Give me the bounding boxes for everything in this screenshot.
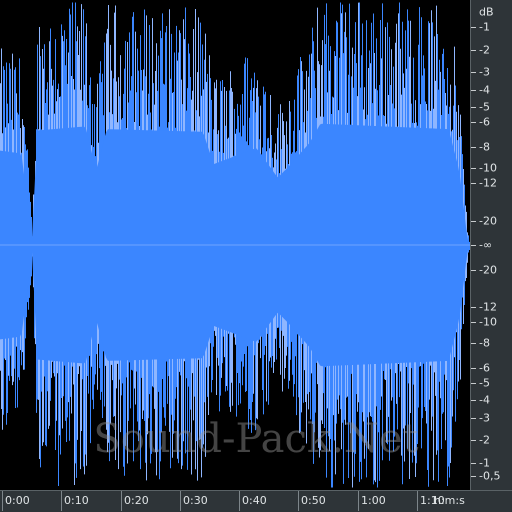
db-label: -1 — [479, 20, 490, 34]
waveform-graphic — [0, 2, 470, 488]
db-label: -12 — [479, 176, 497, 190]
time-tick — [358, 491, 359, 511]
time-label: 0:50 — [301, 494, 326, 507]
db-unit-label: dB — [479, 5, 494, 19]
db-tick — [471, 167, 476, 169]
time-tick — [180, 491, 181, 511]
db-tick — [471, 399, 476, 401]
waveform-display[interactable] — [0, 0, 470, 490]
db-label: -4 — [479, 83, 490, 97]
db-label: -5 — [479, 376, 490, 390]
time-tick — [298, 491, 299, 511]
time-tick — [121, 491, 122, 511]
db-tick — [471, 463, 476, 465]
db-label: -0,5 — [479, 469, 501, 483]
db-tick — [471, 306, 476, 308]
db-tick — [471, 147, 476, 149]
time-label: 0:30 — [183, 494, 208, 507]
db-scale: dB -1 -2 -3 -4 -5 -6 -8 -10 -12 -20 -∞ -20 -12 -10 -8-… — [470, 0, 512, 490]
db-tick — [471, 418, 476, 420]
db-label: -3 — [479, 65, 490, 79]
time-ruler[interactable]: h:m:s 0:00 0:10 0:20 0:30 0:40 0:50 1:00 1:10 — [0, 490, 512, 512]
time-tick — [2, 491, 3, 511]
db-label: -12 — [479, 300, 497, 314]
time-label: 1:00 — [361, 494, 386, 507]
db-label: -8 — [479, 336, 490, 350]
db-label: -20 — [479, 214, 497, 227]
db-tick — [471, 26, 476, 28]
db-tick — [471, 107, 476, 109]
db-label: -8 — [479, 140, 490, 154]
db-label: -2 — [479, 43, 490, 57]
db-tick — [471, 90, 476, 92]
db-label: -5 — [479, 100, 490, 114]
db-label: -20 — [479, 263, 497, 276]
db-tick — [471, 183, 476, 185]
db-tick — [471, 342, 476, 344]
db-label: -1 — [479, 456, 490, 470]
db-tick — [471, 269, 476, 271]
db-tick — [471, 367, 476, 369]
db-label: -6 — [479, 115, 490, 129]
time-tick — [417, 491, 418, 511]
db-tick — [471, 476, 476, 478]
db-tick — [471, 322, 476, 324]
db-label: -10 — [479, 315, 497, 329]
time-tick — [61, 491, 62, 511]
db-tick — [471, 71, 476, 73]
db-label: -2 — [479, 433, 490, 447]
db-label: -3 — [479, 411, 490, 425]
time-tick — [239, 491, 240, 511]
db-label: -4 — [479, 393, 490, 407]
time-label: 0:20 — [124, 494, 149, 507]
db-tick — [471, 382, 476, 384]
db-tick — [471, 220, 476, 222]
db-label: -6 — [479, 361, 490, 375]
time-label: 1:10 — [420, 494, 445, 507]
db-label: -∞ — [479, 238, 493, 252]
db-tick — [471, 50, 476, 52]
db-tick — [471, 439, 476, 441]
time-label: 0:00 — [5, 494, 30, 507]
db-label: -10 — [479, 161, 497, 175]
time-label: 0:10 — [64, 494, 89, 507]
db-tick — [471, 245, 476, 246]
time-label: 0:40 — [242, 494, 267, 507]
db-tick — [471, 122, 476, 124]
